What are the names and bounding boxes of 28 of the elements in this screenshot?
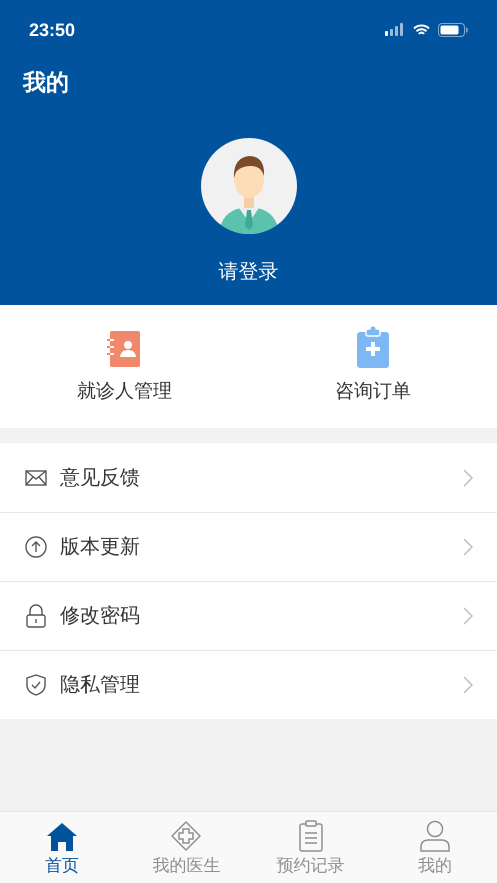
chevron-right-icon	[463, 538, 473, 556]
menu-item[interactable]: 意见反馈	[0, 443, 497, 512]
chevron-right-icon	[463, 607, 473, 625]
clipboard-list-icon	[298, 820, 323, 852]
tab[interactable]: 首页	[0, 812, 124, 883]
quick-action[interactable]: 咨询订单	[248, 305, 497, 428]
chevron-right-icon	[463, 468, 473, 486]
avatar[interactable]	[200, 138, 296, 234]
home-icon	[46, 822, 78, 852]
envelope-icon	[25, 470, 47, 486]
menu-item[interactable]: 修改密码	[0, 581, 497, 650]
battery-icon	[438, 23, 468, 37]
chevron-right-icon	[463, 676, 473, 694]
login-prompt[interactable]: 请登录	[218, 257, 278, 287]
signal-icon	[385, 23, 405, 37]
person-icon	[420, 820, 450, 852]
shield-check-icon	[26, 674, 46, 696]
medical-cross-icon	[170, 820, 202, 852]
lock-icon	[26, 604, 46, 628]
upload-icon	[25, 536, 47, 558]
page-title: 我的	[23, 68, 69, 97]
contacts-book-icon	[107, 330, 142, 368]
menu-item[interactable]: 版本更新	[0, 512, 497, 581]
quick-action[interactable]: 就诊人管理	[0, 305, 248, 428]
menu-item[interactable]: 隐私管理	[0, 650, 497, 719]
status-time: 23:50	[29, 18, 76, 42]
wifi-icon	[413, 24, 430, 36]
clipboard-plus-icon	[356, 326, 389, 368]
